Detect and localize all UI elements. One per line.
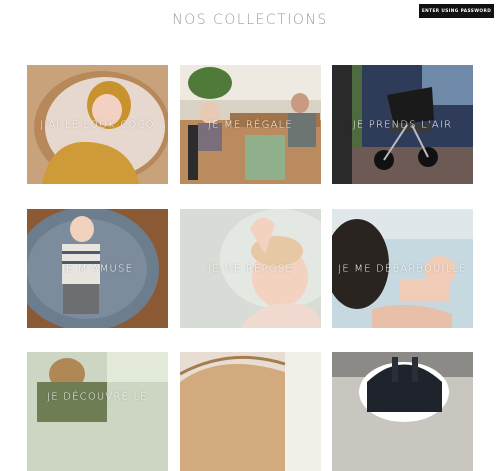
collection-card-basket[interactable] (180, 352, 321, 471)
collection-card-prends-air[interactable]: JE PRENDS L'AIR (332, 65, 473, 184)
collection-card-decouvre[interactable]: JE DÉCOUVRE LE (27, 352, 168, 471)
collection-label: JE ME RÉGALE (208, 119, 293, 130)
collection-card-look-coco[interactable]: J'AI LE LOOK COCO (27, 65, 168, 184)
collection-image-baby-toys (27, 352, 168, 471)
collection-label: JE M'AMUSE (61, 263, 134, 274)
collection-image-wicker-basket (180, 352, 321, 471)
collection-label: JE DÉCOUVRE LE (47, 391, 148, 403)
collection-label: JE PRENDS L'AIR (352, 119, 453, 130)
collection-card-repose[interactable]: JE ME REPOSE (180, 209, 321, 328)
collection-card-amuse[interactable]: JE M'AMUSE (27, 209, 168, 328)
collection-card-backpack[interactable] (332, 352, 473, 471)
collection-label: JE ME DÉBARBOUILLE (338, 263, 467, 274)
collection-image-backpack (332, 352, 473, 471)
collection-label: J'AI LE LOOK COCO (40, 119, 155, 130)
collection-card-regale[interactable]: JE ME RÉGALE (180, 65, 321, 184)
collection-card-debarbouille[interactable]: JE ME DÉBARBOUILLE (332, 209, 473, 328)
collection-label: JE ME REPOSE (208, 263, 293, 274)
page-title: NOS COLLECTIONS (172, 12, 328, 28)
